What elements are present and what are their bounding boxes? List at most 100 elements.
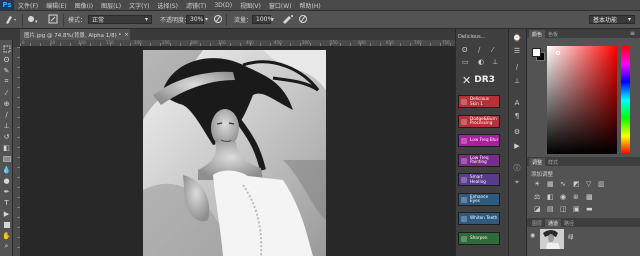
tab-adjustments[interactable]: 调整 (529, 158, 546, 166)
mode-select[interactable]: 正常 ▾ (88, 15, 152, 24)
path-selection-tool-icon[interactable]: ▶ (2, 209, 11, 218)
document-tab[interactable]: 图片.jpg @ 74.8%(背景, Alpha 1/8) * × (20, 29, 130, 40)
stamp-icon[interactable]: ⊥ (492, 58, 498, 66)
visibility-eye-icon[interactable]: ◉ (530, 232, 535, 239)
eraser-tool-icon[interactable]: ◧ (2, 143, 11, 152)
lasso-tool-icon[interactable]: ʘ (2, 55, 11, 64)
lasso-icon[interactable]: ʘ (462, 46, 468, 54)
vibrance-icon[interactable]: ▽ (586, 180, 591, 188)
type-tool-icon[interactable]: T (2, 198, 11, 207)
posterize-icon[interactable]: ▤ (547, 205, 554, 213)
plugin-action-button[interactable]: Dodge&Burn Processing (458, 114, 500, 128)
menu-image[interactable]: 图像(I) (71, 1, 97, 10)
color-lookup-icon[interactable]: ▩ (586, 193, 593, 201)
plugin-action-button[interactable]: Whiten Teeth (458, 212, 500, 225)
history-icon[interactable]: ⌚ (512, 33, 522, 43)
brush-panel-toggle-icon[interactable] (48, 14, 58, 25)
dodge-tool-icon[interactable]: ● (2, 176, 11, 185)
tab-styles[interactable]: 样式 (545, 158, 561, 166)
selective-color-icon[interactable]: ▣ (573, 205, 580, 213)
flow-input[interactable]: 100% (252, 15, 273, 24)
pressure-size-icon[interactable] (298, 14, 308, 25)
tool-presets-icon[interactable]: ⚙ (512, 127, 522, 137)
healing-brush-tool-icon[interactable]: ⊕ (2, 99, 11, 108)
color-balance-icon[interactable]: ⚖ (534, 193, 540, 201)
hue-saturation-icon[interactable]: ▥ (598, 180, 605, 188)
channel-mixer-icon[interactable]: ⊛ (573, 193, 579, 201)
gradient-map-icon[interactable]: ▬ (586, 205, 593, 213)
color-picker-field[interactable] (547, 46, 617, 154)
clone-source-icon[interactable]: ⊥ (512, 76, 522, 86)
tab-paths[interactable]: 路径 (561, 219, 577, 227)
workspace-select[interactable]: 基本功能 ▾ (589, 15, 635, 24)
foreground-color-swatch[interactable] (532, 48, 541, 57)
plugin-action-button[interactable]: Low Freq Blur (458, 134, 500, 147)
brush-settings-icon[interactable]: ∕ (512, 62, 522, 72)
curves-icon[interactable]: ∿ (560, 180, 566, 188)
menu-file[interactable]: 文件(F) (14, 1, 42, 10)
levels-icon[interactable]: ▦ (547, 180, 554, 188)
brush-size-picker[interactable]: ▾ (26, 14, 44, 25)
plugin-action-button[interactable]: Enhance Eyes (458, 192, 500, 206)
tab-layers[interactable]: 图层 (529, 219, 545, 227)
brush-tool-icon[interactable]: ∕ (2, 110, 11, 119)
opacity-input[interactable]: 30% (186, 15, 204, 24)
menu-layer[interactable]: 图层(L) (97, 1, 125, 10)
tab-channels[interactable]: 通道 (545, 219, 562, 227)
brightness-icon[interactable]: ☀ (534, 180, 540, 188)
history-brush-tool-icon[interactable]: ↺ (2, 132, 11, 141)
quick-select-tool-icon[interactable]: ✎ (2, 66, 11, 75)
menu-select[interactable]: 选择(S) (153, 1, 182, 10)
menu-view[interactable]: 视图(V) (236, 1, 265, 10)
eyedropper-tool-icon[interactable]: ⁄ (2, 88, 11, 97)
photo-filter-icon[interactable]: ◉ (560, 193, 566, 201)
brush-tool-preset-icon[interactable] (4, 14, 18, 25)
threshold-icon[interactable]: ◫ (560, 205, 567, 213)
eyedropper-icon[interactable]: ⁄ (492, 46, 493, 54)
plugin-action-button[interactable]: Sharpen (458, 231, 500, 245)
plugin-panel-tab[interactable]: Delicious... (455, 33, 485, 41)
character-icon[interactable]: A (512, 98, 522, 108)
plugin-action-button[interactable]: Smart Healing (458, 173, 500, 186)
channel-thumbnail[interactable] (540, 229, 564, 249)
info-icon[interactable]: ⓘ (512, 163, 522, 173)
menu-window[interactable]: 窗口(W) (265, 1, 296, 10)
actions-icon[interactable]: ▶ (512, 141, 522, 151)
brush-icon[interactable]: ∕ (478, 46, 480, 54)
menu-type[interactable]: 文字(Y) (125, 1, 153, 10)
plugin-action-button[interactable]: Low Freq Painting (458, 153, 500, 167)
marquee-tool-icon[interactable] (2, 44, 11, 53)
pen-tool-icon[interactable]: ✒ (2, 187, 11, 196)
airbrush-icon[interactable] (282, 14, 294, 25)
zoom-tool-icon[interactable]: ⌕ (2, 242, 11, 251)
blur-tool-icon[interactable]: 💧 (2, 165, 11, 174)
navigator-icon[interactable]: ⌖ (512, 177, 522, 187)
canvas-photo[interactable] (143, 50, 326, 256)
exposure-icon[interactable]: ◩ (573, 180, 580, 188)
close-icon[interactable]: × (124, 32, 129, 38)
plugin-action-button[interactable]: Delicious Skin 1 (458, 95, 500, 108)
panel-menu-icon[interactable]: ≡ (630, 30, 635, 37)
pressure-opacity-icon[interactable] (213, 14, 223, 25)
clone-stamp-tool-icon[interactable]: ⊥ (2, 121, 11, 130)
opacity-chevron-icon[interactable]: ▾ (205, 14, 208, 25)
tab-color[interactable]: 颜色 (529, 30, 546, 38)
menu-filter[interactable]: 滤镜(T) (182, 1, 210, 10)
layer-mask-icon[interactable]: ▭ (462, 58, 469, 66)
tab-swatches[interactable]: 色板 (545, 30, 561, 38)
menu-edit[interactable]: 编辑(E) (42, 1, 70, 10)
crop-tool-icon[interactable]: ⌗ (2, 77, 11, 86)
menu-3d[interactable]: 3D(D) (210, 2, 236, 9)
hue-slider[interactable] (621, 46, 630, 154)
invert-icon[interactable]: ◪ (534, 205, 541, 213)
fill-icon[interactable]: ◐ (478, 58, 484, 66)
menu-help[interactable]: 帮助(H) (296, 1, 325, 10)
hand-tool-icon[interactable]: ✋ (2, 231, 11, 240)
flow-chevron-icon[interactable]: ▾ (271, 14, 274, 25)
color-picker-cursor[interactable] (556, 51, 560, 55)
properties-icon[interactable]: ☰ (512, 46, 522, 56)
paragraph-icon[interactable]: ¶ (512, 111, 522, 121)
black-white-icon[interactable]: ◧ (547, 193, 554, 201)
rectangle-tool-icon[interactable] (2, 220, 11, 229)
gradient-tool-icon[interactable] (2, 154, 11, 163)
